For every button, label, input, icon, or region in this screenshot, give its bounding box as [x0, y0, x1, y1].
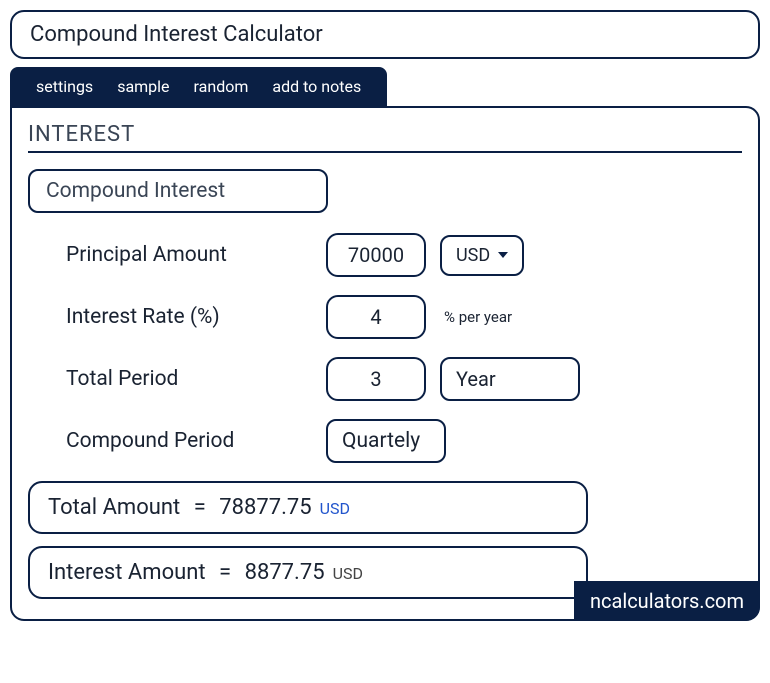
principal-input[interactable]: [326, 233, 426, 277]
equals-sign: =: [214, 560, 237, 585]
result-interest: Interest Amount = 8877.75 USD: [28, 546, 588, 599]
page-title: Compound Interest Calculator: [10, 10, 760, 59]
rate-input[interactable]: [326, 295, 426, 339]
field-period: Total Period Year: [28, 357, 742, 401]
result-total: Total Amount = 78877.75 USD: [28, 481, 588, 534]
result-interest-value: 8877.75: [245, 560, 325, 585]
tab-random[interactable]: random: [182, 77, 261, 96]
brand-badge: ncalculators.com: [574, 581, 760, 621]
calculator-panel: INTEREST Compound Interest Principal Amo…: [10, 106, 760, 621]
label-principal: Principal Amount: [66, 243, 326, 267]
rate-unit: % per year: [444, 308, 512, 326]
label-rate: Interest Rate (%): [66, 305, 326, 329]
equals-sign: =: [188, 495, 211, 520]
period-unit-select[interactable]: Year: [440, 357, 580, 401]
tab-sample[interactable]: sample: [105, 77, 181, 96]
currency-value: USD: [456, 245, 490, 266]
field-principal: Principal Amount USD: [28, 233, 742, 277]
compound-period-select[interactable]: Quartely: [326, 419, 446, 463]
calculation-type-select[interactable]: Compound Interest: [28, 169, 328, 213]
result-interest-currency: USD: [333, 564, 363, 583]
label-compound: Compound Period: [66, 429, 326, 453]
currency-select[interactable]: USD: [440, 235, 524, 276]
result-interest-label: Interest Amount: [48, 560, 206, 585]
field-compound: Compound Period Quartely: [28, 419, 742, 463]
section-header: INTEREST: [28, 122, 742, 153]
result-total-value: 78877.75: [219, 495, 311, 520]
tabs-bar: settings sample random add to notes: [10, 67, 387, 106]
label-period: Total Period: [66, 367, 326, 391]
period-input[interactable]: [326, 357, 426, 401]
field-rate: Interest Rate (%) % per year: [28, 295, 742, 339]
result-total-currency: USD: [320, 499, 350, 518]
tab-settings[interactable]: settings: [24, 77, 105, 96]
chevron-down-icon: [498, 252, 508, 258]
tab-add-to-notes[interactable]: add to notes: [260, 77, 373, 96]
result-total-label: Total Amount: [48, 495, 180, 520]
